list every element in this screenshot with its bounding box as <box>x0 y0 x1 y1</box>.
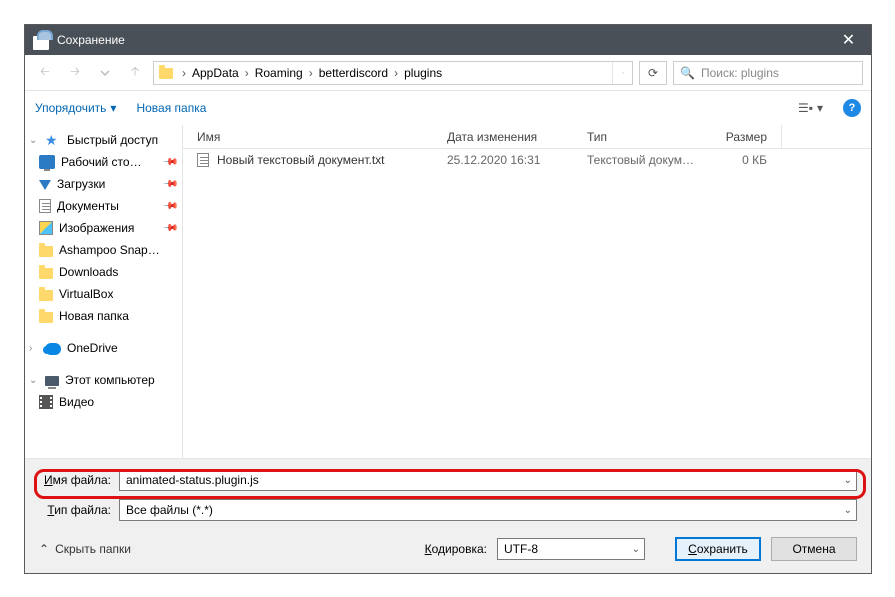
sidebar-folder[interactable]: Новая папка <box>25 305 182 327</box>
col-type[interactable]: Тип <box>573 130 703 144</box>
chevron-down-icon[interactable]: ⌄ <box>632 544 640 555</box>
pin-icon: 📌 <box>161 220 178 237</box>
window-title: Сохранение <box>57 33 826 47</box>
refresh-button[interactable]: ⟳ <box>639 61 667 85</box>
help-button[interactable]: ? <box>843 99 861 117</box>
pin-icon: 📌 <box>161 154 178 171</box>
documents-icon <box>39 199 51 213</box>
chevron-right-icon[interactable]: › <box>178 66 190 80</box>
recent-dropdown[interactable] <box>93 61 117 85</box>
encoding-label: Кодировка: <box>425 542 487 556</box>
desktop-icon <box>39 155 55 169</box>
chevron-up-icon: ⌃ <box>39 542 49 556</box>
expand-icon[interactable]: ⌄ <box>29 135 39 146</box>
sidebar-quick-access[interactable]: ⌄★Быстрый доступ <box>25 129 182 151</box>
chevron-right-icon[interactable]: › <box>390 66 402 80</box>
video-icon <box>39 395 53 409</box>
sidebar-folder[interactable]: Ashampoo Snap… <box>25 239 182 261</box>
up-button[interactable]: 🡡 <box>123 61 147 85</box>
file-row[interactable]: Новый текстовый документ.txt 25.12.2020 … <box>183 149 871 171</box>
onedrive-icon <box>45 343 61 355</box>
star-icon: ★ <box>45 133 61 147</box>
organize-label: Упорядочить <box>35 101 106 115</box>
hide-folders-label: Скрыть папки <box>55 542 131 556</box>
sidebar-this-pc[interactable]: ⌄Этот компьютер <box>25 369 182 391</box>
expand-icon[interactable]: › <box>29 343 39 354</box>
sidebar: ⌄★Быстрый доступ Рабочий сто…📌 Загрузки📌… <box>25 125 183 458</box>
sidebar-folder[interactable]: VirtualBox <box>25 283 182 305</box>
save-button[interactable]: Сохранить <box>675 537 761 561</box>
column-headers: Имя Дата изменения Тип Размер <box>183 125 871 149</box>
pin-icon: 📌 <box>161 176 178 193</box>
chevron-right-icon[interactable]: › <box>305 66 317 80</box>
file-date: 25.12.2020 16:31 <box>433 153 573 167</box>
col-size[interactable]: Размер <box>703 130 781 144</box>
sidebar-documents[interactable]: Документы📌 <box>25 195 182 217</box>
new-folder-button[interactable]: Новая папка <box>136 101 206 115</box>
sidebar-onedrive[interactable]: ›OneDrive <box>25 337 182 359</box>
title-bar: Сохранение ✕ <box>25 25 871 55</box>
forward-button[interactable]: 🡢 <box>63 61 87 85</box>
notepad-icon <box>33 30 49 50</box>
breadcrumb-segment[interactable]: Roaming <box>253 62 305 84</box>
folder-icon <box>39 312 53 323</box>
hide-folders-button[interactable]: ⌃ Скрыть папки <box>39 542 131 556</box>
file-type: Текстовый докум… <box>573 153 703 167</box>
folder-icon <box>39 268 53 279</box>
bottom-panel: Имя файла: animated-status.plugin.js ⌄ Т… <box>25 458 871 573</box>
downloads-icon <box>39 180 51 190</box>
encoding-value: UTF-8 <box>504 542 538 556</box>
col-name[interactable]: Имя <box>183 130 433 144</box>
chevron-down-icon[interactable]: ⌄ <box>844 505 852 516</box>
sidebar-desktop[interactable]: Рабочий сто…📌 <box>25 151 182 173</box>
file-icon <box>197 153 209 167</box>
view-options-button[interactable]: ☰▪ ▾ <box>798 101 823 115</box>
breadcrumb-bar[interactable]: › AppData › Roaming › betterdiscord › pl… <box>153 61 633 85</box>
folder-icon <box>39 246 53 257</box>
toolbar: Упорядочить ▾ Новая папка ☰▪ ▾ ? <box>25 91 871 125</box>
address-row: 🡠 🡢 🡡 › AppData › Roaming › betterdiscor… <box>25 55 871 91</box>
file-name: Новый текстовый документ.txt <box>217 153 385 167</box>
close-button[interactable]: ✕ <box>826 25 871 55</box>
breadcrumb-segment[interactable]: AppData <box>190 62 241 84</box>
path-dropdown[interactable] <box>612 62 632 84</box>
search-icon: 🔍 <box>680 66 695 80</box>
chevron-down-icon: ▾ <box>817 101 823 115</box>
search-placeholder: Поиск: plugins <box>701 66 779 80</box>
filetype-select[interactable]: Все файлы (*.*) ⌄ <box>119 499 857 521</box>
back-button[interactable]: 🡠 <box>33 61 57 85</box>
chevron-down-icon: ▾ <box>110 101 116 115</box>
organize-button[interactable]: Упорядочить ▾ <box>35 101 116 115</box>
pin-icon: 📌 <box>161 198 178 215</box>
filename-input[interactable]: animated-status.plugin.js ⌄ <box>119 469 857 491</box>
cancel-button[interactable]: Отмена <box>771 537 857 561</box>
expand-icon[interactable]: ⌄ <box>29 375 39 386</box>
folder-icon <box>156 63 176 83</box>
new-folder-label: Новая папка <box>136 101 206 115</box>
chevron-right-icon[interactable]: › <box>241 66 253 80</box>
pc-icon <box>45 376 59 386</box>
col-date[interactable]: Дата изменения <box>433 130 573 144</box>
filetype-label: Тип файла: <box>39 503 111 517</box>
breadcrumb-segment[interactable]: betterdiscord <box>317 62 390 84</box>
filename-label: Имя файла: <box>39 473 111 487</box>
folder-icon <box>39 290 53 301</box>
sidebar-images[interactable]: Изображения📌 <box>25 217 182 239</box>
encoding-select[interactable]: UTF-8 ⌄ <box>497 538 645 560</box>
filename-value: animated-status.plugin.js <box>126 473 259 487</box>
file-list: Имя Дата изменения Тип Размер Новый текс… <box>183 125 871 458</box>
sidebar-videos[interactable]: Видео <box>25 391 182 413</box>
sidebar-folder[interactable]: Downloads <box>25 261 182 283</box>
search-input[interactable]: 🔍 Поиск: plugins <box>673 61 863 85</box>
filetype-value: Все файлы (*.*) <box>126 503 213 517</box>
chevron-down-icon[interactable]: ⌄ <box>844 475 852 486</box>
file-size: 0 КБ <box>703 153 781 167</box>
breadcrumb-segment[interactable]: plugins <box>402 62 444 84</box>
view-icon: ☰▪ <box>798 101 813 115</box>
save-dialog: Сохранение ✕ 🡠 🡢 🡡 › AppData › Roaming ›… <box>24 24 872 574</box>
images-icon <box>39 221 53 235</box>
sidebar-downloads[interactable]: Загрузки📌 <box>25 173 182 195</box>
